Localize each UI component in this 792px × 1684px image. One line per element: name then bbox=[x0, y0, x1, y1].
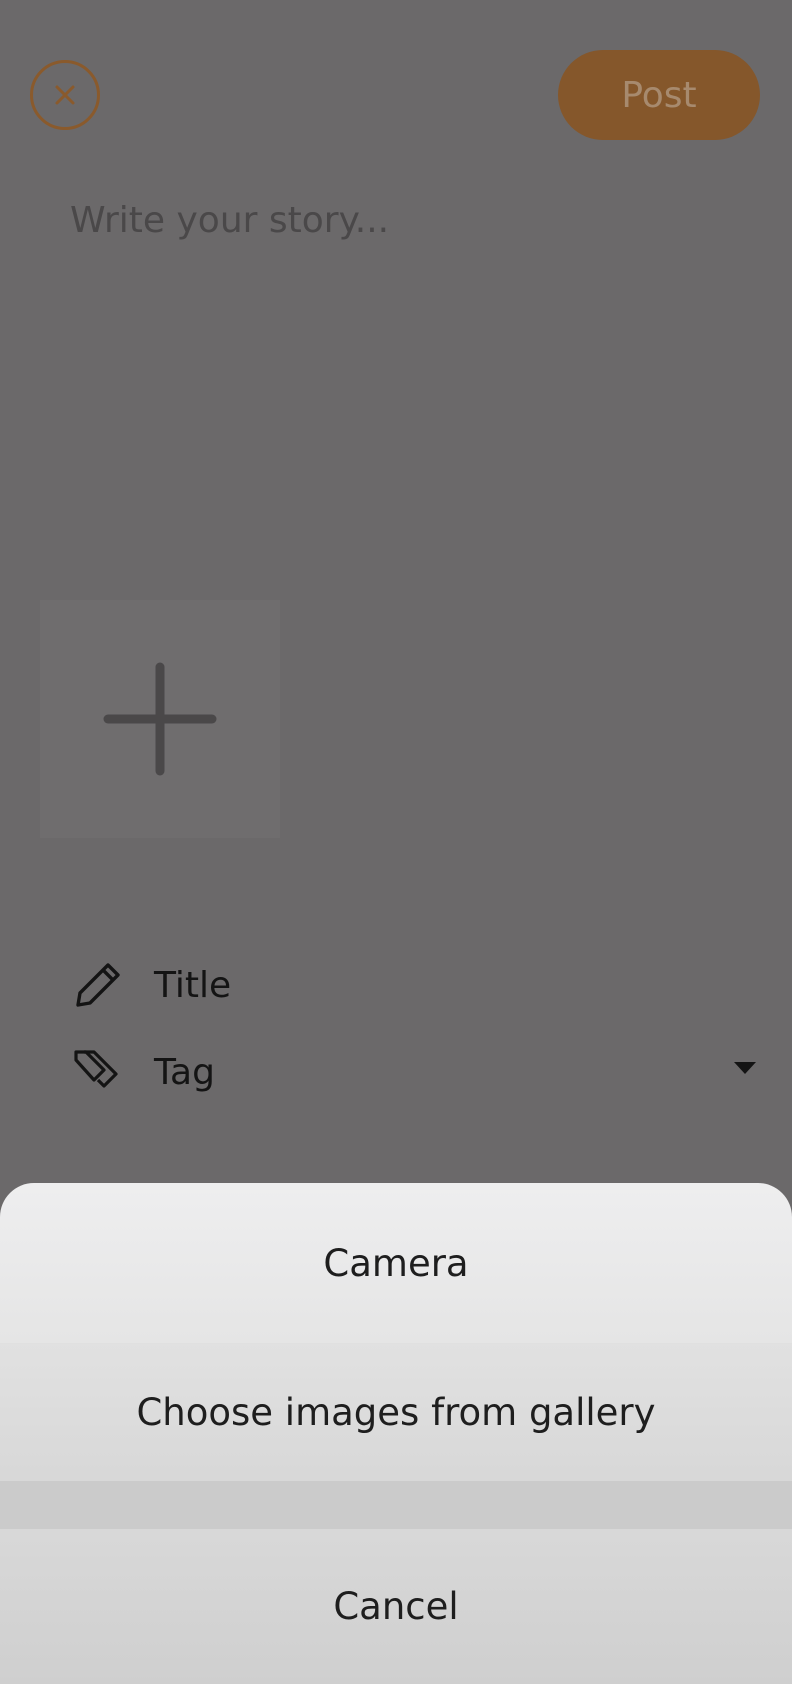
title-field[interactable]: Title bbox=[70, 955, 760, 1015]
plus-icon bbox=[103, 662, 217, 776]
cancel-button[interactable]: Cancel bbox=[0, 1529, 792, 1684]
title-label: Title bbox=[154, 964, 232, 1006]
gallery-option[interactable]: Choose images from gallery bbox=[0, 1343, 792, 1481]
close-icon bbox=[55, 85, 75, 105]
post-button-label: Post bbox=[621, 74, 697, 116]
tag-label: Tag bbox=[154, 1051, 215, 1093]
post-editor-screen: Post Title Tag Camera Choose images from bbox=[0, 0, 792, 1684]
story-input[interactable] bbox=[70, 190, 730, 250]
action-sheet-separator bbox=[0, 1481, 792, 1529]
tag-icon bbox=[70, 1044, 126, 1100]
pencil-icon bbox=[70, 957, 126, 1013]
tag-field[interactable]: Tag bbox=[70, 1042, 760, 1102]
image-source-action-sheet: Camera Choose images from gallery Cancel bbox=[0, 1183, 792, 1684]
add-image-button[interactable] bbox=[40, 600, 280, 838]
camera-option[interactable]: Camera bbox=[0, 1183, 792, 1343]
tag-dropdown-icon[interactable] bbox=[734, 1062, 756, 1074]
post-button[interactable]: Post bbox=[558, 50, 760, 140]
close-button[interactable] bbox=[30, 60, 100, 130]
